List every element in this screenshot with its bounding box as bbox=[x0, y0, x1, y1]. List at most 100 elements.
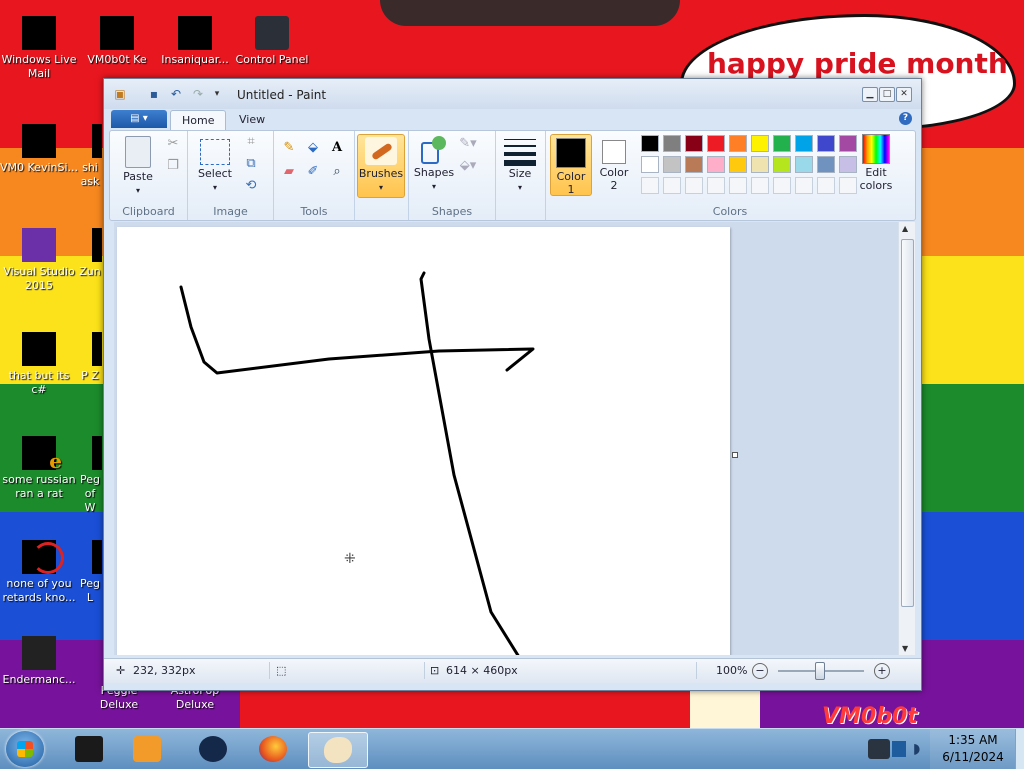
zoom-slider-thumb[interactable] bbox=[815, 662, 825, 680]
palette-swatch[interactable] bbox=[707, 156, 725, 173]
palette-swatch[interactable] bbox=[707, 135, 725, 152]
scroll-up-icon[interactable]: ▲ bbox=[902, 224, 908, 233]
palette-swatch[interactable] bbox=[641, 135, 659, 152]
palette-swatch[interactable] bbox=[839, 156, 857, 173]
network-icon[interactable] bbox=[892, 741, 906, 757]
eraser-icon[interactable]: ▰ bbox=[280, 163, 298, 181]
palette-swatch-empty[interactable] bbox=[795, 177, 813, 194]
palette-swatch-empty[interactable] bbox=[707, 177, 725, 194]
desktop-icon-insaniquarium[interactable]: Insaniquar... bbox=[156, 16, 234, 67]
desktop-icon-peg-l[interactable]: Peg L bbox=[78, 540, 102, 605]
palette-swatch[interactable] bbox=[751, 156, 769, 173]
tab-view[interactable]: View bbox=[228, 110, 276, 130]
desktop-icon-shi[interactable]: shi ask bbox=[78, 124, 102, 189]
palette-swatch-empty[interactable] bbox=[773, 177, 791, 194]
desktop-icon-windows-live-mail[interactable]: Windows Live Mail bbox=[0, 16, 78, 81]
palette-swatch-empty[interactable] bbox=[751, 177, 769, 194]
desktop-icon-that-but-its-csharp[interactable]: that but its c# bbox=[0, 332, 78, 397]
palette-swatch-empty[interactable] bbox=[729, 177, 747, 194]
desktop-icon-vm0-kevinsi[interactable]: VM0 KevinSi... bbox=[0, 124, 78, 175]
edit-colors-button[interactable]: Edit colors bbox=[853, 134, 899, 192]
palette-swatch-empty[interactable] bbox=[685, 177, 703, 194]
volume-icon[interactable]: ◗ bbox=[913, 741, 920, 757]
help-icon[interactable]: ? bbox=[899, 112, 912, 125]
palette-swatch-empty[interactable] bbox=[839, 177, 857, 194]
taskbar-item-app[interactable] bbox=[62, 732, 116, 766]
scrollbar-thumb[interactable] bbox=[901, 239, 914, 607]
paint-app-icon[interactable]: ▣ bbox=[113, 87, 127, 101]
palette-swatch[interactable] bbox=[751, 135, 769, 152]
start-button[interactable] bbox=[6, 731, 44, 767]
vertical-scrollbar[interactable]: ▲ ▼ bbox=[898, 222, 915, 655]
taskbar-item-browser[interactable] bbox=[186, 732, 240, 766]
minimize-button[interactable]: ▁ bbox=[862, 87, 878, 102]
palette-swatch-empty[interactable] bbox=[817, 177, 835, 194]
cut-icon[interactable]: ✂ bbox=[164, 135, 182, 153]
desktop-icon-p[interactable]: P Z bbox=[78, 332, 102, 383]
size-button[interactable]: Size ▾ bbox=[501, 137, 539, 194]
canvas-resize-handle[interactable] bbox=[732, 452, 738, 458]
paste-button[interactable]: Paste ▾ bbox=[118, 136, 158, 197]
scroll-down-icon[interactable]: ▼ bbox=[902, 644, 908, 653]
palette-swatch[interactable] bbox=[663, 135, 681, 152]
palette-swatch[interactable] bbox=[773, 135, 791, 152]
title-bar[interactable]: ▣ ▪ ↶ ↷ ▾ Untitled - Paint ▁ □ ✕ bbox=[104, 79, 921, 109]
taskbar-item-media-player[interactable] bbox=[120, 732, 174, 766]
desktop-icon-control-panel[interactable]: Control Panel bbox=[233, 16, 311, 67]
customize-quick-access-icon[interactable]: ▾ bbox=[210, 87, 224, 101]
zoom-in-button[interactable]: + bbox=[874, 663, 890, 679]
color1-button[interactable]: Color 1 bbox=[550, 134, 592, 196]
palette-swatch[interactable] bbox=[817, 135, 835, 152]
palette-swatch[interactable] bbox=[817, 156, 835, 173]
copy-icon[interactable]: ❐ bbox=[164, 157, 182, 175]
taskbar-item-firefox[interactable] bbox=[246, 732, 300, 766]
show-desktop-button[interactable] bbox=[1015, 729, 1024, 769]
drawing-canvas[interactable]: ⁜ bbox=[117, 227, 730, 655]
desktop-icon-none-of-you[interactable]: none of you retards kno... bbox=[0, 540, 78, 605]
brushes-button[interactable]: Brushes ▾ bbox=[357, 134, 405, 198]
magnifier-icon[interactable]: ⌕ bbox=[328, 163, 346, 181]
save-icon[interactable]: ▪ bbox=[147, 87, 161, 101]
close-button[interactable]: ✕ bbox=[896, 87, 912, 102]
zoom-out-button[interactable]: − bbox=[752, 663, 768, 679]
desktop-icon-some-russian-ran-a-rat[interactable]: e some russian ran a rat bbox=[0, 436, 78, 501]
pencil-icon[interactable]: ✎ bbox=[280, 139, 298, 157]
undo-icon[interactable]: ↶ bbox=[169, 87, 183, 101]
palette-swatch[interactable] bbox=[729, 135, 747, 152]
palette-swatch[interactable] bbox=[641, 156, 659, 173]
outline-icon[interactable]: ✎▾ bbox=[459, 135, 477, 153]
clock[interactable]: 1:35 AM 6/11/2024 bbox=[930, 729, 1016, 769]
desktop-icon-endermanch[interactable]: Endermanc... bbox=[0, 636, 78, 687]
tray-app-icon[interactable] bbox=[868, 739, 890, 759]
color-picker-icon[interactable]: ✐ bbox=[304, 163, 322, 181]
desktop-icon-zun[interactable]: Zun bbox=[78, 228, 102, 279]
shapes-button[interactable]: Shapes ▾ bbox=[413, 136, 455, 193]
palette-swatch-empty[interactable] bbox=[663, 177, 681, 194]
taskbar-item-paint[interactable] bbox=[308, 732, 368, 768]
palette-swatch[interactable] bbox=[773, 156, 791, 173]
palette-swatch[interactable] bbox=[795, 156, 813, 173]
fill-icon[interactable]: ⬙ bbox=[304, 139, 322, 157]
palette-swatch-empty[interactable] bbox=[641, 177, 659, 194]
palette-swatch[interactable] bbox=[663, 156, 681, 173]
tab-home[interactable]: Home bbox=[170, 110, 227, 131]
select-button[interactable]: Select ▾ bbox=[194, 139, 236, 194]
crop-icon[interactable]: ⌗ bbox=[242, 133, 260, 151]
text-icon[interactable]: A bbox=[328, 139, 346, 157]
desktop-icon-visual-studio[interactable]: Visual Studio 2015 bbox=[0, 228, 78, 293]
resize-icon[interactable]: ⧉ bbox=[242, 155, 260, 173]
desktop-icon-vm0b0t[interactable]: VM0b0t Ke bbox=[77, 16, 157, 67]
palette-swatch[interactable] bbox=[685, 156, 703, 173]
palette-swatch[interactable] bbox=[839, 135, 857, 152]
paint-menu-button[interactable]: ▤ ▾ bbox=[111, 110, 167, 128]
paint-window[interactable]: ▣ ▪ ↶ ↷ ▾ Untitled - Paint ▁ □ ✕ ▤ ▾ Hom… bbox=[103, 78, 922, 691]
desktop-icon-peggle-of-w[interactable]: Peg of W bbox=[78, 436, 102, 515]
fill-shape-icon[interactable]: ⬙▾ bbox=[459, 157, 477, 175]
palette-swatch[interactable] bbox=[795, 135, 813, 152]
redo-icon[interactable]: ↷ bbox=[191, 87, 205, 101]
color2-button[interactable]: Color 2 bbox=[594, 134, 634, 194]
rotate-icon[interactable]: ⟲ bbox=[242, 177, 260, 195]
palette-swatch[interactable] bbox=[685, 135, 703, 152]
maximize-button[interactable]: □ bbox=[879, 87, 895, 102]
palette-swatch[interactable] bbox=[729, 156, 747, 173]
